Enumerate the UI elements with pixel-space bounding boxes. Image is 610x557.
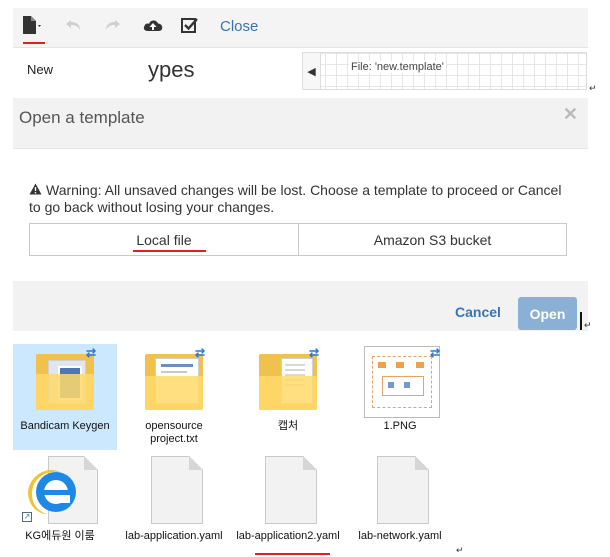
file-item[interactable]: ↗ KG에듀원 이룸 [8, 454, 112, 554]
file-item[interactable]: ⇄ 1.PNG [348, 344, 452, 450]
file-item[interactable]: ⇄ opensource project.txt [122, 344, 226, 450]
dialog-title: Open a template [19, 108, 145, 127]
s3-bucket-label: Amazon S3 bucket [373, 231, 492, 248]
undo-button[interactable] [61, 14, 87, 40]
designer-canvas[interactable]: ◀ File: 'new.template' [302, 52, 587, 90]
local-file-underline [133, 250, 206, 252]
upload-button[interactable] [140, 14, 166, 40]
undo-icon [64, 16, 84, 39]
validate-button[interactable] [177, 14, 203, 40]
new-file-underline [23, 42, 45, 44]
template-filename: File: 'new.template' [349, 61, 446, 73]
dialog-header: Open a template ✕ [13, 98, 588, 149]
resource-types-heading: ypes [148, 57, 195, 82]
dialog-footer: Cancel Open [13, 281, 588, 331]
redo-button[interactable] [99, 14, 125, 40]
menu-item-new[interactable]: New [27, 62, 53, 77]
collapse-panel-button[interactable]: ◀ [303, 53, 321, 89]
local-file-label: Local file [136, 231, 192, 248]
cloud-upload-icon [142, 16, 164, 39]
redo-icon [102, 16, 122, 39]
document-icon [137, 454, 211, 528]
file-name: 1.PNG [383, 420, 417, 432]
warning-message: Warning: All unsaved changes will be los… [29, 182, 574, 216]
return-mark: ↵ [589, 83, 597, 93]
toolbar: Close [13, 8, 588, 48]
s3-bucket-button[interactable]: Amazon S3 bucket [298, 223, 567, 256]
file-item[interactable]: lab-network.yaml [348, 454, 452, 554]
file-name: lab-application2.yaml [236, 530, 340, 542]
internet-explorer-icon: ↗ [18, 454, 102, 528]
return-mark: ↵ [456, 545, 464, 555]
file-name: Bandicam Keygen [20, 420, 110, 432]
file-name: lab-application.yaml [125, 530, 223, 542]
shortcut-arrow-icon: ↗ [22, 512, 32, 522]
return-mark: ↵ [584, 320, 592, 330]
text-cursor [580, 312, 582, 330]
cancel-button[interactable]: Cancel [455, 304, 501, 320]
warning-text: Warning: All unsaved changes will be los… [29, 182, 562, 215]
new-file-icon [19, 13, 45, 42]
new-file-button[interactable] [19, 14, 45, 40]
file-item[interactable]: lab-application2.yaml [236, 454, 340, 554]
file-name: lab-network.yaml [358, 530, 442, 542]
sync-icon: ⇄ [195, 346, 206, 360]
close-link[interactable]: Close [220, 18, 258, 35]
file-item[interactable]: lab-application.yaml [122, 454, 226, 554]
open-button[interactable]: Open [518, 297, 577, 330]
validate-icon [180, 16, 200, 39]
file-item[interactable]: ⇄ 캡처 [236, 344, 340, 450]
folder-icon: ⇄ [137, 344, 211, 418]
sync-icon: ⇄ [309, 346, 320, 360]
file-name: KG에듀원 이룸 [25, 530, 95, 542]
close-icon[interactable]: ✕ [563, 104, 578, 125]
warning-icon [29, 182, 42, 199]
chevron-left-icon: ◀ [307, 65, 316, 78]
document-icon [251, 454, 325, 528]
folder-icon: ⇄ [251, 344, 325, 418]
file-name: 캡처 [277, 420, 299, 432]
file-item[interactable]: ⇄ Bandicam Keygen [13, 344, 117, 450]
file-underline [255, 553, 330, 555]
document-icon [363, 454, 437, 528]
file-name: opensource project.txt [145, 420, 203, 445]
sync-icon: ⇄ [430, 346, 441, 360]
open-button-label: Open [529, 305, 566, 322]
dialog-body: Warning: All unsaved changes will be los… [13, 150, 588, 280]
new-menu-row: New ypes ◀ File: 'new.template' [13, 49, 588, 91]
folder-icon: ⇄ [28, 344, 102, 418]
sync-icon: ⇄ [86, 346, 97, 360]
image-icon: ⇄ [358, 344, 442, 418]
